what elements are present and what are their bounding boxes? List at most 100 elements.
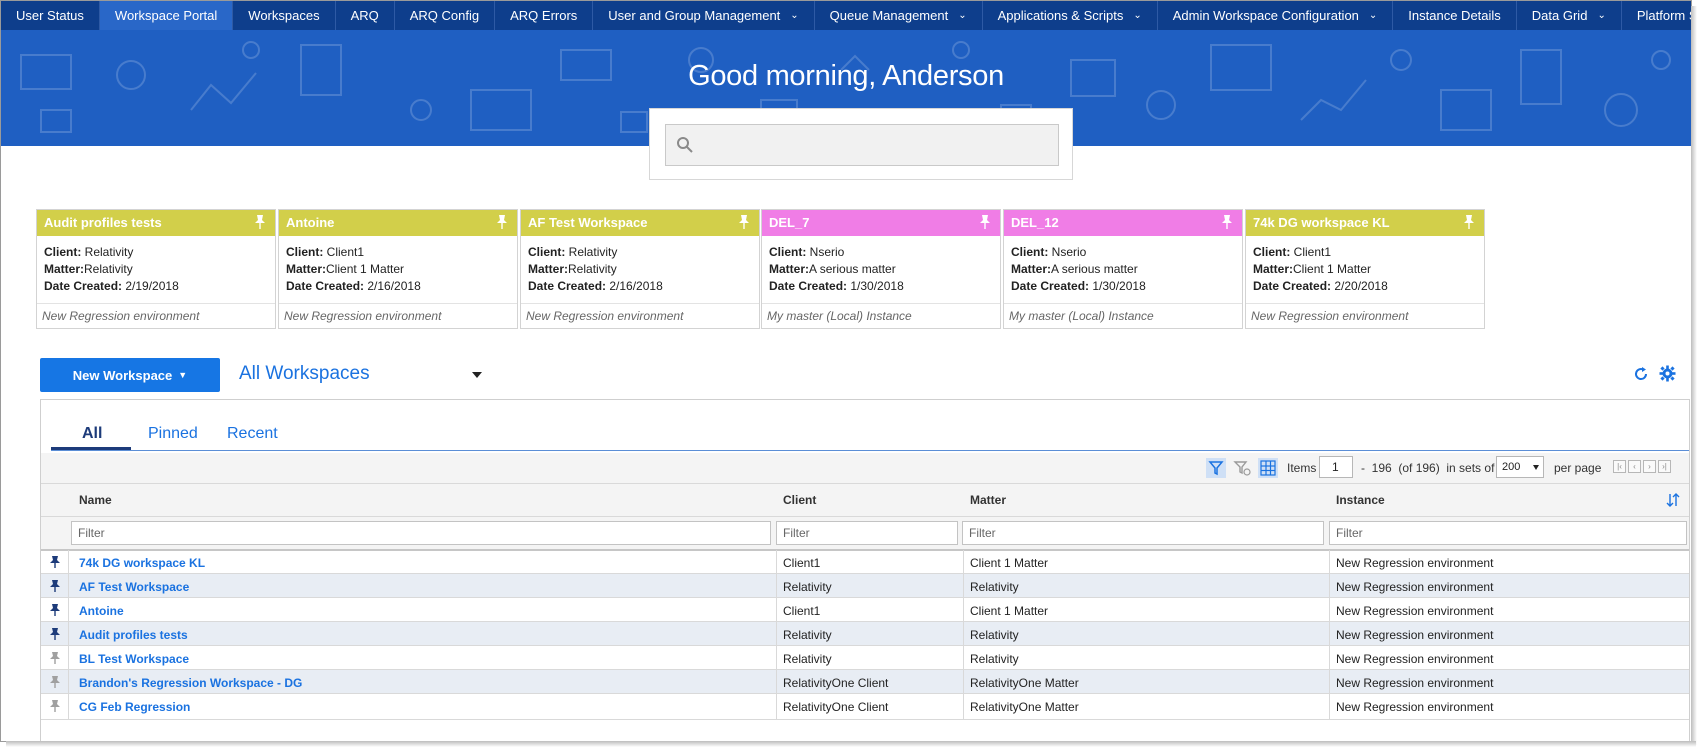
grid-view-icon[interactable] [1258,458,1278,478]
tab-user-status[interactable]: User Status [1,1,100,30]
tab-workspace-portal[interactable]: Workspace Portal [99,1,234,30]
card-body: Client: Relativity Matter:Relativity Date … [37,236,275,295]
pin-icon[interactable] [978,214,992,230]
view-selector[interactable]: All Workspaces [239,363,370,385]
matter-cell: Client 1 Matter [970,556,1049,570]
card-title[interactable]: Antoine [286,215,334,230]
tab-data-grid[interactable]: Data Grid ⌄ [1517,1,1622,30]
card-title[interactable]: AF Test Workspace [528,215,647,230]
card-client: Client1 [323,245,365,259]
tab-all[interactable]: All [82,425,102,443]
pin-icon[interactable] [1462,214,1476,230]
workspace-card[interactable]: 74k DG workspace KL Client: Client1 Matter… [1245,209,1485,329]
tab-instance-details[interactable]: Instance Details [1393,1,1517,30]
tab-applications-scripts[interactable]: Applications & Scripts ⌄ [983,1,1158,30]
workspace-name-link[interactable]: CG Feb Regression [79,700,190,714]
pin-icon[interactable] [1220,214,1234,230]
refresh-icon[interactable] [1633,366,1649,382]
sort-icon[interactable] [1666,492,1680,508]
workspace-search-input[interactable] [665,124,1059,166]
card-client: Relativity [81,245,134,259]
view-dropdown-caret-icon[interactable] [472,372,482,378]
column-divider [1329,670,1330,693]
table-row[interactable]: Brandon's Regression Workspace - DG Relat… [41,670,1689,694]
column-header-client[interactable]: Client [783,493,816,507]
pinned-icon[interactable] [49,627,61,641]
column-header-matter[interactable]: Matter [970,493,1006,507]
filter-icon[interactable] [1206,458,1226,478]
first-page-icon[interactable]: |‹ [1613,460,1626,473]
new-workspace-button[interactable]: New Workspace ▼ [40,358,220,392]
next-page-icon[interactable]: › [1643,460,1656,473]
pin-cell [41,598,69,621]
card-instance: New Regression environment [521,303,759,328]
tab-platform-status[interactable]: Platform Status [1622,1,1691,30]
tab-arq-errors[interactable]: ARQ Errors [495,1,594,30]
card-title[interactable]: 74k DG workspace KL [1253,215,1390,230]
pin-icon[interactable] [253,214,267,230]
client-label: Client: [1253,245,1291,259]
filter-name-input[interactable]: Filter [71,521,771,545]
workspace-card[interactable]: AF Test Workspace Client: Relativity Matte… [520,209,760,329]
column-header-instance[interactable]: Instance [1336,493,1385,507]
tab-recent[interactable]: Recent [227,425,278,443]
pinned-icon[interactable] [49,555,61,569]
workspace-card[interactable]: DEL_7 Client: Nserio Matter:A serious matt… [761,209,1001,329]
workspace-name-link[interactable]: 74k DG workspace KL [79,556,205,570]
card-matter-line: Matter:A serious matter [769,261,993,278]
workspace-name-link[interactable]: AF Test Workspace [79,580,189,594]
workspace-name-link[interactable]: BL Test Workspace [79,652,189,666]
tab-admin-workspace-configuration[interactable]: Admin Workspace Configuration ⌄ [1158,1,1394,30]
card-title[interactable]: DEL_7 [769,215,809,230]
prev-page-icon[interactable]: ‹ [1628,460,1641,473]
table-row[interactable]: Antoine Client1 Client 1 Matter New Regress… [41,598,1689,622]
client-label: Client: [286,245,324,259]
workspace-card[interactable]: Antoine Client: Client1 Matter:Client 1 Ma… [278,209,518,329]
unpinned-icon[interactable] [49,699,61,713]
page-input[interactable]: 1 [1319,456,1353,478]
card-title[interactable]: DEL_12 [1011,215,1059,230]
tab-label: Platform Status [1636,8,1691,23]
card-date: 2/19/2018 [122,279,179,293]
client-cell: Relativity [783,652,832,666]
pin-icon[interactable] [495,214,509,230]
card-title[interactable]: Audit profiles tests [44,215,162,230]
column-divider [776,622,777,645]
chevron-down-icon: ⌄ [958,10,967,21]
tab-pinned[interactable]: Pinned [148,425,198,443]
filter-instance-input[interactable]: Filter [1329,521,1687,545]
workspace-name-link[interactable]: Antoine [79,604,124,618]
card-client: Client1 [1290,245,1332,259]
instance-cell: New Regression environment [1336,580,1494,594]
table-row[interactable]: 74k DG workspace KL Client1 Client 1 Matte… [41,550,1689,574]
last-page-icon[interactable]: ›| [1658,460,1671,473]
workspace-name-link[interactable]: Audit profiles tests [79,628,188,642]
tab-user-and-group-management[interactable]: User and Group Management ⌄ [593,1,815,30]
pinned-icon[interactable] [49,579,61,593]
tab-arq[interactable]: ARQ [336,1,395,30]
card-client-line: Client: Client1 [286,244,510,261]
filter-matter-input[interactable]: Filter [962,521,1324,545]
tab-queue-management[interactable]: Queue Management ⌄ [815,1,983,30]
card-header: 74k DG workspace KL [1246,210,1484,236]
table-row[interactable]: AF Test Workspace Relativity Relativity New… [41,574,1689,598]
pin-icon[interactable] [737,214,751,230]
table-row[interactable]: Audit profiles tests Relativity Relativity… [41,622,1689,646]
page-size-select[interactable]: 200 [1496,456,1544,478]
clear-filter-icon[interactable] [1232,458,1252,478]
search-panel [649,108,1073,180]
settings-gear-icon[interactable] [1659,365,1676,382]
table-row[interactable]: CG Feb Regression RelativityOne Client Rel… [41,694,1689,720]
workspace-name-link[interactable]: Brandon's Regression Workspace - DG [79,676,302,690]
unpinned-icon[interactable] [49,651,61,665]
filter-client-input[interactable]: Filter [776,521,958,545]
tab-arq-config[interactable]: ARQ Config [395,1,496,30]
workspace-card[interactable]: Audit profiles tests Client: Relativity Ma… [36,209,276,329]
pinned-icon[interactable] [49,603,61,617]
column-header-name[interactable]: Name [79,493,112,507]
matter-label: Matter: [286,262,327,276]
unpinned-icon[interactable] [49,675,61,689]
workspace-card[interactable]: DEL_12 Client: Nserio Matter:A serious mat… [1003,209,1243,329]
table-row[interactable]: BL Test Workspace Relativity Relativity New… [41,646,1689,670]
tab-workspaces[interactable]: Workspaces [233,1,336,30]
